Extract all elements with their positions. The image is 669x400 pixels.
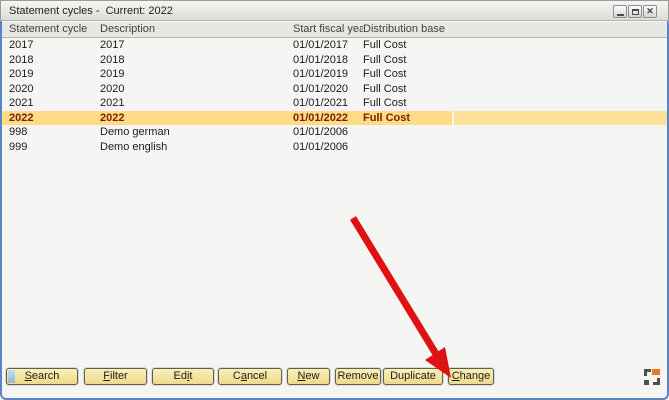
table-row[interactable]: 2018 2018 01/01/2018 Full Cost (2, 53, 667, 68)
table-row[interactable]: 998 Demo german 01/01/2006 (2, 125, 667, 140)
cell-start-fiscal-year: 01/01/2017 (293, 38, 363, 53)
cell-description: 2021 (100, 96, 293, 111)
table-row[interactable]: 2020 2020 01/01/2020 Full Cost (2, 82, 667, 97)
cell-distribution-base: Full Cost (363, 96, 667, 111)
column-header-description[interactable]: Description (100, 22, 293, 37)
cell-start-fiscal-year: 01/01/2006 (293, 125, 363, 140)
cell-description: 2020 (100, 82, 293, 97)
cell-distribution-base (363, 125, 667, 140)
remove-button[interactable]: Remove (335, 368, 381, 385)
cell-distribution-base (363, 140, 667, 155)
cell-distribution-base: Full Cost (363, 67, 667, 82)
cell-statement-cycle: 2021 (2, 96, 100, 111)
cell-start-fiscal-year: 01/01/2021 (293, 96, 363, 111)
table-row[interactable]: 999 Demo english 01/01/2006 (2, 140, 667, 155)
cell-description: 2022 (100, 111, 293, 126)
minimize-button[interactable] (613, 5, 627, 18)
column-header-distribution-base[interactable]: Distribution base (363, 22, 667, 37)
table-row[interactable]: 2017 2017 01/01/2017 Full Cost (2, 38, 667, 53)
expand-form-icon[interactable] (644, 369, 660, 385)
cell-distribution-base: Full Cost (363, 38, 667, 53)
cell-start-fiscal-year: 01/01/2006 (293, 140, 363, 155)
column-header-start-fiscal-year[interactable]: Start fiscal year (293, 22, 363, 37)
table-row[interactable]: 2021 2021 01/01/2021 Full Cost (2, 96, 667, 111)
filter-button[interactable]: Filter (84, 368, 147, 385)
cell-statement-cycle: 2017 (2, 38, 100, 53)
close-icon (646, 7, 654, 16)
window-content: Statement cycle Description Start fiscal… (0, 21, 669, 400)
cell-description: 2019 (100, 67, 293, 82)
cell-statement-cycle: 999 (2, 140, 100, 155)
cell-description: 2017 (100, 38, 293, 53)
window-title: Statement cycles - Current: 2022 (9, 5, 173, 17)
cell-description: Demo german (100, 125, 293, 140)
change-button[interactable]: Change (448, 368, 494, 385)
cancel-button[interactable]: Cancel (218, 368, 282, 385)
table-header-row: Statement cycle Description Start fiscal… (2, 22, 667, 38)
search-button[interactable]: Search (6, 368, 78, 385)
title-bar: Statement cycles - Current: 2022 (0, 0, 669, 21)
table-body: 2017 2017 01/01/2017 Full Cost 2018 2018… (2, 38, 667, 154)
statement-cycles-window: Statement cycles - Current: 2022 Stateme… (0, 0, 669, 400)
new-button[interactable]: New (287, 368, 330, 385)
cell-start-fiscal-year: 01/01/2019 (293, 67, 363, 82)
cell-distribution-base: Full Cost (363, 82, 667, 97)
cell-description: Demo english (100, 140, 293, 155)
table-row-selected[interactable]: 2022 2022 01/01/2022 Full Cost (2, 111, 667, 126)
cell-start-fiscal-year: 01/01/2018 (293, 53, 363, 68)
cell-distribution-base: Full Cost (363, 111, 667, 126)
maximize-icon (632, 9, 639, 15)
table-row[interactable]: 2019 2019 01/01/2019 Full Cost (2, 67, 667, 82)
cell-distribution-base: Full Cost (363, 53, 667, 68)
cell-statement-cycle: 2019 (2, 67, 100, 82)
cell-statement-cycle: 2022 (2, 111, 100, 126)
edit-button[interactable]: Edit (152, 368, 214, 385)
column-header-statement-cycle[interactable]: Statement cycle (2, 22, 100, 37)
cell-statement-cycle: 2020 (2, 82, 100, 97)
close-button[interactable] (643, 5, 657, 18)
cell-statement-cycle: 2018 (2, 53, 100, 68)
focus-indicator (8, 370, 15, 383)
cell-start-fiscal-year: 01/01/2020 (293, 82, 363, 97)
cell-description: 2018 (100, 53, 293, 68)
maximize-button[interactable] (628, 5, 642, 18)
cell-start-fiscal-year: 01/01/2022 (293, 111, 363, 126)
duplicate-button[interactable]: Duplicate (383, 368, 443, 385)
cell-statement-cycle: 998 (2, 125, 100, 140)
minimize-icon (617, 14, 624, 16)
